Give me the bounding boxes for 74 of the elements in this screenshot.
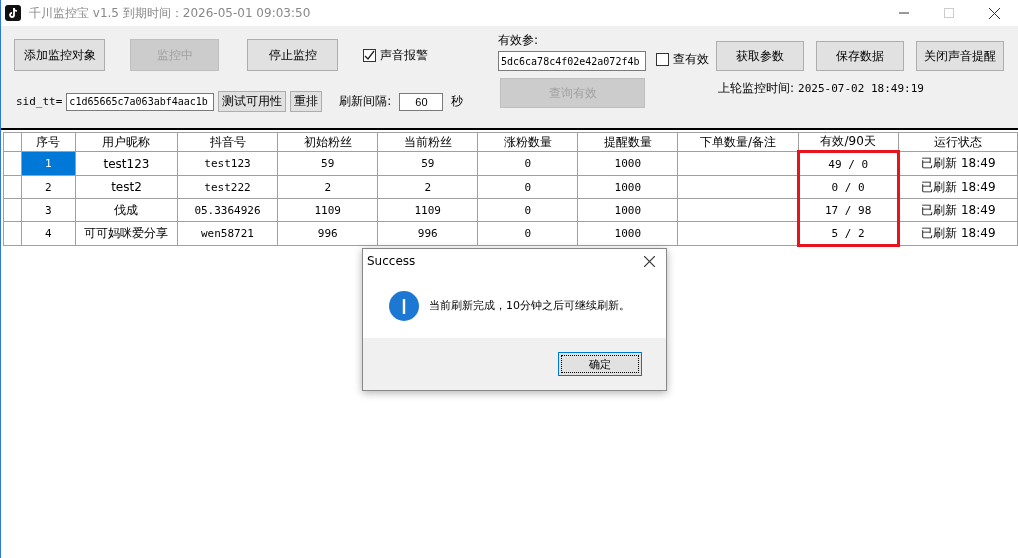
table-cell: 996 bbox=[277, 221, 378, 246]
dialog-title: Success bbox=[367, 254, 416, 268]
table-cell: 0 bbox=[477, 221, 578, 246]
table-cell: 05.3364926 bbox=[177, 198, 278, 222]
table-cell: test222 bbox=[177, 175, 278, 199]
close-icon[interactable] bbox=[644, 255, 655, 267]
table-cell: 0 bbox=[477, 151, 578, 176]
table-cell: 996 bbox=[377, 221, 478, 246]
test-button[interactable]: 测试可用性 bbox=[218, 91, 287, 112]
add-target-button[interactable]: 添加监控对象 bbox=[14, 39, 105, 71]
info-icon bbox=[389, 290, 419, 321]
column-header[interactable]: 提醒数量 bbox=[577, 132, 678, 152]
checkbox[interactable] bbox=[363, 48, 376, 62]
table-cell: 17 / 98 bbox=[798, 198, 899, 222]
interval-input-field[interactable]: 60 bbox=[399, 92, 444, 111]
column-header[interactable]: 用户昵称 bbox=[75, 132, 178, 152]
table-cell: 1000 bbox=[577, 198, 678, 222]
window-title: 千川监控宝 v1.5 到期时间：2026-05-01 09:03:50 bbox=[29, 4, 311, 22]
column-header[interactable]: 有效/90天 bbox=[798, 132, 899, 152]
column-header[interactable]: 序号 bbox=[21, 132, 76, 152]
checkbox[interactable] bbox=[656, 53, 669, 66]
table-cell: 59 bbox=[277, 151, 378, 176]
table-cell: 2 bbox=[277, 175, 378, 199]
table-cell: 伐成 bbox=[75, 198, 178, 222]
table-cell: 已刷新 18:49 bbox=[898, 175, 1018, 199]
reorder-button[interactable]: 重排 bbox=[290, 91, 323, 112]
interval-label: 刷新间隔: bbox=[339, 93, 392, 110]
dialog-message: 当前刷新完成，10分钟之后可继续刷新。 bbox=[429, 298, 630, 313]
table-cell: test2 bbox=[75, 175, 178, 199]
column-header[interactable]: 运行状态 bbox=[898, 132, 1018, 152]
table-cell: test123 bbox=[177, 151, 278, 176]
unit-label: 秒 bbox=[451, 93, 464, 110]
table-cell: 1109 bbox=[277, 198, 378, 222]
mute-sound-button[interactable]: 关闭声音提醒 bbox=[916, 41, 1004, 71]
table-cell: 49 / 0 bbox=[798, 151, 899, 176]
table-cell: 已刷新 18:49 bbox=[898, 151, 1018, 176]
column-header[interactable]: 涨粉数量 bbox=[477, 132, 578, 152]
table-cell: 0 / 0 bbox=[798, 175, 899, 199]
ok-button[interactable]: 确定 bbox=[558, 352, 642, 376]
maximize-icon bbox=[944, 8, 954, 18]
column-header[interactable]: 抖音号 bbox=[177, 132, 278, 152]
checkbox-label: 查有效 bbox=[673, 51, 709, 68]
table-cell: 已刷新 18:49 bbox=[898, 221, 1018, 246]
table-cell: test123 bbox=[75, 151, 178, 176]
app-logo-icon bbox=[5, 5, 21, 21]
table-cell: 已刷新 18:49 bbox=[898, 198, 1018, 222]
table-cell: 59 bbox=[377, 151, 478, 176]
column-header[interactable]: 下单数量/备注 bbox=[677, 132, 799, 152]
param-input-field[interactable]: 5dc6ca78c4f02e42a072f4b bbox=[498, 51, 646, 71]
table-cell: 1000 bbox=[577, 175, 678, 199]
get-params-button[interactable]: 获取参数 bbox=[716, 41, 804, 71]
last-time-label: 上轮监控时间: bbox=[718, 80, 795, 97]
table-cell: 0 bbox=[477, 198, 578, 222]
table-cell: 2 bbox=[377, 175, 478, 199]
table-cell[interactable]: 3 bbox=[21, 198, 76, 222]
table-cell: 1000 bbox=[577, 151, 678, 176]
sid-label: sid_tt= bbox=[16, 95, 63, 108]
close-icon[interactable] bbox=[989, 7, 1000, 19]
table-cell[interactable]: 2 bbox=[21, 175, 76, 199]
checkbox-label: 声音报警 bbox=[380, 46, 428, 64]
table-cell: 0 bbox=[477, 175, 578, 199]
sid-input-field[interactable]: c1d65665c7a063abf4aac1b bbox=[66, 92, 215, 111]
table-cell: 5 / 2 bbox=[798, 221, 899, 246]
save-data-button[interactable]: 保存数据 bbox=[816, 41, 904, 71]
table-cell[interactable]: 4 bbox=[21, 221, 76, 246]
table-cell: 1000 bbox=[577, 221, 678, 246]
column-header[interactable]: 初始粉丝 bbox=[277, 132, 378, 152]
stop-monitor-button[interactable]: 停止监控 bbox=[247, 39, 338, 71]
column-header[interactable]: 当前粉丝 bbox=[377, 132, 478, 152]
param-label: 有效参: bbox=[498, 32, 540, 49]
table-cell: 可可妈咪爱分享 bbox=[75, 221, 178, 246]
last-time-value: 2025-07-02 18:49:19 bbox=[798, 82, 924, 95]
table-cell: wen58721 bbox=[177, 221, 278, 246]
table-cell: 1109 bbox=[377, 198, 478, 222]
